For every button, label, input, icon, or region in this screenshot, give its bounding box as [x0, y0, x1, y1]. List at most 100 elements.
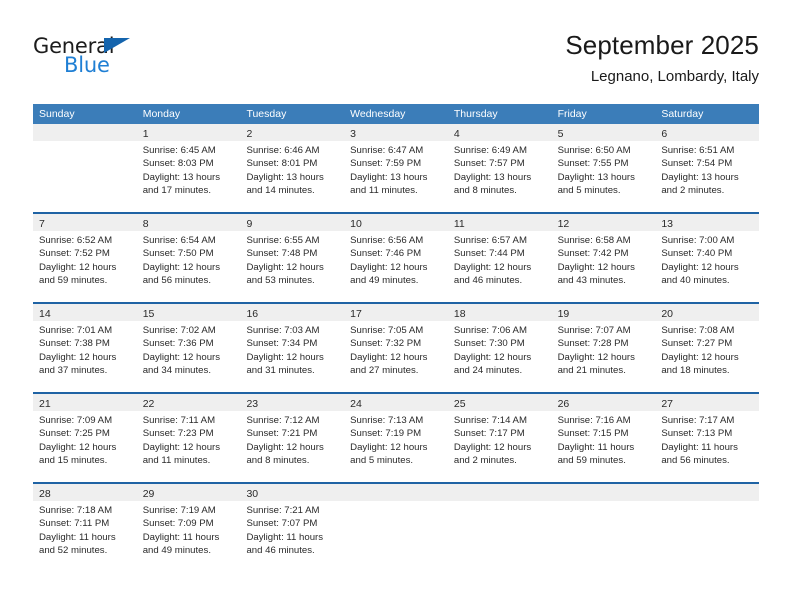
calendar-day-cell[interactable]: 15 Sunrise: 7:02 AM Sunset: 7:36 PM Dayligh…: [136, 304, 241, 392]
calendar-grid: Sunday Monday Tuesday Wednesday Thursday Frid…: [33, 104, 760, 572]
day-number-band: 9: [240, 214, 345, 231]
sunset-time: Sunset: 7:25 PM: [39, 428, 110, 440]
calendar-day-cell[interactable]: 29 Sunrise: 7:19 AM Sunset: 7:09 PM Dayligh…: [136, 484, 241, 572]
day-number: 10: [350, 218, 362, 230]
calendar-day-cell[interactable]: 20 Sunrise: 7:08 AM Sunset: 7:27 PM Dayligh…: [655, 304, 760, 392]
calendar-day-cell[interactable]: 16 Sunrise: 7:03 AM Sunset: 7:34 PM Dayligh…: [240, 304, 345, 392]
day-number: 17: [350, 308, 362, 320]
day-details: Sunrise: 7:06 AM Sunset: 7:30 PM Daylight:…: [448, 321, 552, 378]
weekday-header-sunday: Sunday: [39, 108, 75, 120]
calendar-day-cell[interactable]: 1 Sunrise: 6:45 AM Sunset: 8:03 PM Daylight…: [136, 124, 241, 212]
sunrise-time: Sunrise: 6:50 AM: [557, 145, 631, 156]
calendar-day-cell[interactable]: 28 Sunrise: 7:18 AM Sunset: 7:11 PM Dayligh…: [33, 484, 137, 572]
sunrise-time: Sunrise: 7:18 AM: [39, 505, 113, 516]
page-header: General Blue September 2025 Legnano, Lom…: [33, 28, 759, 96]
calendar-day-cell[interactable]: 18 Sunrise: 7:06 AM Sunset: 7:30 PM Dayligh…: [447, 304, 552, 392]
calendar-week-row: 28 Sunrise: 7:18 AM Sunset: 7:11 PM Dayligh…: [33, 482, 760, 572]
day-details: Sunrise: 7:21 AM Sunset: 7:07 PM Daylight:…: [240, 501, 344, 558]
calendar-page: General Blue September 2025 Legnano, Lom…: [0, 0, 792, 612]
daylight-duration-line1: Daylight: 12 hours: [142, 351, 221, 363]
calendar-day-cell[interactable]: 25 Sunrise: 7:14 AM Sunset: 7:17 PM Dayligh…: [447, 394, 552, 482]
day-details: Sunrise: 6:57 AM Sunset: 7:44 PM Daylight:…: [448, 231, 552, 288]
daylight-duration-line2: and 2 minutes.: [453, 455, 517, 467]
calendar-day-cell[interactable]: 4 Sunrise: 6:49 AM Sunset: 7:57 PM Daylight…: [447, 124, 552, 212]
day-number: 24: [350, 398, 362, 410]
sunrise-time: Sunrise: 7:03 AM: [246, 325, 320, 336]
calendar-day-cell[interactable]: 17 Sunrise: 7:05 AM Sunset: 7:32 PM Dayligh…: [344, 304, 448, 392]
day-number-band: 6: [655, 124, 760, 141]
daylight-duration-line1: Daylight: 13 hours: [557, 171, 635, 183]
calendar-day-cell[interactable]: 2 Sunrise: 6:46 AM Sunset: 8:01 PM Daylight…: [240, 124, 345, 212]
sunset-time: Sunset: 7:55 PM: [557, 158, 629, 170]
calendar-day-cell[interactable]: 14 Sunrise: 7:01 AM Sunset: 7:38 PM Dayligh…: [33, 304, 137, 392]
calendar-day-cell[interactable]: 3 Sunrise: 6:47 AM Sunset: 7:59 PM Daylight…: [344, 124, 448, 212]
sunset-time: Sunset: 7:52 PM: [39, 248, 110, 260]
day-number: 1: [142, 128, 149, 140]
calendar-day-cell[interactable]: 8 Sunrise: 6:54 AM Sunset: 7:50 PM Daylight…: [136, 214, 241, 302]
day-number-band: 11: [447, 214, 552, 231]
sunrise-time: Sunrise: 6:45 AM: [142, 145, 216, 156]
calendar-day-cell[interactable]: 26 Sunrise: 7:16 AM Sunset: 7:15 PM Dayligh…: [551, 394, 656, 482]
day-number-band: 20: [655, 304, 760, 321]
calendar-day-cell[interactable]: 13 Sunrise: 7:00 AM Sunset: 7:40 PM Dayligh…: [655, 214, 760, 302]
daylight-duration-line1: Daylight: 12 hours: [246, 351, 324, 363]
calendar-day-cell[interactable]: 9 Sunrise: 6:55 AM Sunset: 7:48 PM Daylight…: [240, 214, 345, 302]
daylight-duration-line1: Daylight: 13 hours: [661, 171, 739, 183]
sunrise-time: Sunrise: 7:14 AM: [453, 415, 527, 426]
calendar-day-cell-empty: [447, 484, 552, 572]
day-number: 27: [661, 398, 673, 410]
day-details: Sunrise: 7:05 AM Sunset: 7:32 PM Daylight:…: [344, 321, 448, 378]
sunrise-time: Sunrise: 7:09 AM: [39, 415, 113, 426]
daylight-duration-line1: Daylight: 12 hours: [350, 441, 428, 453]
daylight-duration-line1: Daylight: 12 hours: [557, 261, 635, 273]
daylight-duration-line1: Daylight: 12 hours: [39, 261, 117, 273]
sunset-time: Sunset: 7:23 PM: [142, 428, 214, 440]
day-details: Sunrise: 6:56 AM Sunset: 7:46 PM Daylight:…: [344, 231, 448, 288]
daylight-duration-line1: Daylight: 12 hours: [39, 441, 117, 453]
sunset-time: Sunset: 7:50 PM: [142, 248, 214, 260]
daylight-duration-line1: Daylight: 12 hours: [142, 441, 221, 453]
sunset-time: Sunset: 7:21 PM: [246, 428, 318, 440]
calendar-day-cell[interactable]: 11 Sunrise: 6:57 AM Sunset: 7:44 PM Dayligh…: [447, 214, 552, 302]
sunrise-time: Sunrise: 6:52 AM: [39, 235, 113, 246]
sunrise-time: Sunrise: 7:13 AM: [350, 415, 424, 426]
sunset-time: Sunset: 7:30 PM: [453, 338, 525, 350]
day-details: Sunrise: 7:00 AM Sunset: 7:40 PM Daylight:…: [655, 231, 759, 288]
calendar-day-cell[interactable]: 6 Sunrise: 6:51 AM Sunset: 7:54 PM Daylight…: [655, 124, 760, 212]
calendar-day-cell[interactable]: 10 Sunrise: 6:56 AM Sunset: 7:46 PM Dayligh…: [344, 214, 448, 302]
logo-triangle-icon: [104, 38, 130, 53]
day-details: Sunrise: 6:46 AM Sunset: 8:01 PM Daylight:…: [240, 141, 344, 198]
calendar-day-cell[interactable]: 19 Sunrise: 7:07 AM Sunset: 7:28 PM Dayligh…: [551, 304, 656, 392]
sunset-time: Sunset: 7:48 PM: [246, 248, 318, 260]
sunrise-time: Sunrise: 7:01 AM: [39, 325, 113, 336]
day-details: Sunrise: 6:45 AM Sunset: 8:03 PM Daylight:…: [137, 141, 241, 198]
calendar-day-cell[interactable]: 21 Sunrise: 7:09 AM Sunset: 7:25 PM Dayligh…: [33, 394, 137, 482]
day-number-band: 4: [447, 124, 552, 141]
calendar-day-cell[interactable]: 12 Sunrise: 6:58 AM Sunset: 7:42 PM Dayligh…: [551, 214, 656, 302]
calendar-day-cell[interactable]: 30 Sunrise: 7:21 AM Sunset: 7:07 PM Dayligh…: [240, 484, 345, 572]
calendar-day-cell[interactable]: 27 Sunrise: 7:17 AM Sunset: 7:13 PM Dayligh…: [655, 394, 760, 482]
daylight-duration-line1: Daylight: 13 hours: [453, 171, 532, 183]
calendar-day-cell[interactable]: 22 Sunrise: 7:11 AM Sunset: 7:23 PM Dayligh…: [136, 394, 241, 482]
general-blue-logo[interactable]: General Blue: [33, 34, 203, 86]
day-number-band: 27: [655, 394, 760, 411]
sunrise-time: Sunrise: 6:49 AM: [453, 145, 527, 156]
calendar-day-cell[interactable]: 7 Sunrise: 6:52 AM Sunset: 7:52 PM Daylight…: [33, 214, 137, 302]
sunset-time: Sunset: 7:46 PM: [350, 248, 422, 260]
sunset-time: Sunset: 7:15 PM: [557, 428, 629, 440]
calendar-day-cell[interactable]: 5 Sunrise: 6:50 AM Sunset: 7:55 PM Daylight…: [551, 124, 656, 212]
day-details: Sunrise: 7:16 AM Sunset: 7:15 PM Daylight:…: [552, 411, 656, 468]
day-number: 14: [39, 308, 51, 320]
sunrise-time: Sunrise: 7:08 AM: [661, 325, 735, 336]
daylight-duration-line2: and 53 minutes.: [246, 275, 315, 287]
day-number-band: 25: [447, 394, 552, 411]
day-number-band: 7: [33, 214, 137, 231]
day-number-band: [551, 484, 656, 501]
calendar-day-cell[interactable]: 23 Sunrise: 7:12 AM Sunset: 7:21 PM Dayligh…: [240, 394, 345, 482]
day-number-band: 15: [136, 304, 241, 321]
daylight-duration-line1: Daylight: 13 hours: [246, 171, 324, 183]
day-details: Sunrise: 6:50 AM Sunset: 7:55 PM Daylight:…: [552, 141, 656, 198]
calendar-day-cell[interactable]: 24 Sunrise: 7:13 AM Sunset: 7:19 PM Dayligh…: [344, 394, 448, 482]
calendar-day-cell-empty: [655, 484, 760, 572]
daylight-duration-line2: and 59 minutes.: [39, 275, 108, 287]
